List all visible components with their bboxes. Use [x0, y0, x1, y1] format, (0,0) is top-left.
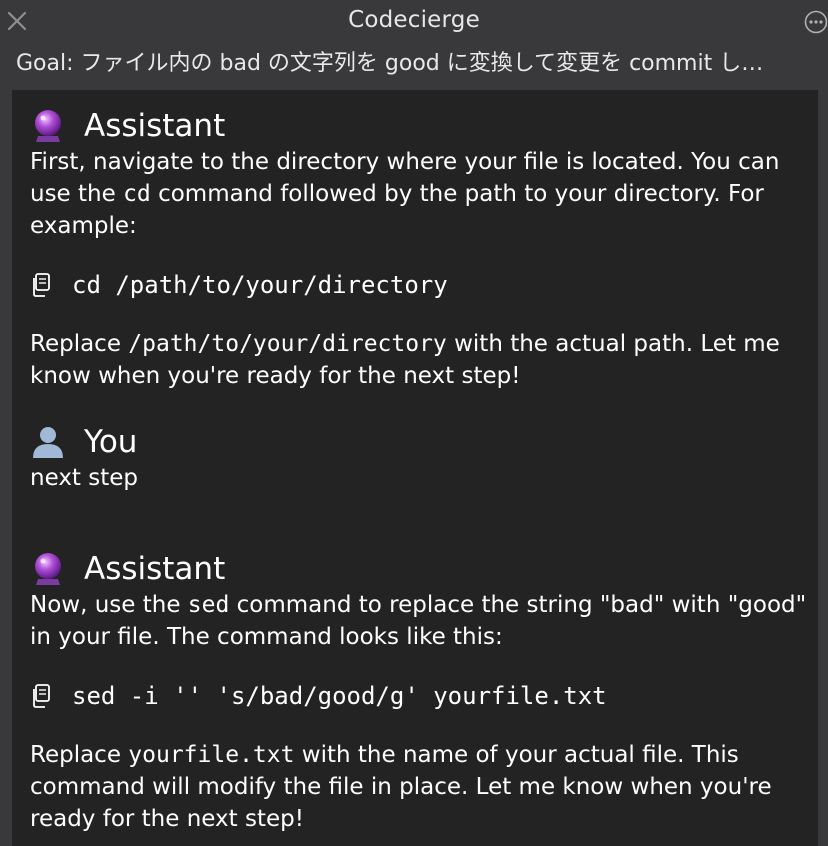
- crystal-ball-icon: [35, 553, 61, 585]
- speaker-name: Assistant: [84, 551, 226, 587]
- user-message: You next step: [30, 422, 810, 494]
- user-silhouette-icon: [33, 427, 63, 458]
- text-segment: Replace: [30, 742, 129, 768]
- message-text: next step: [30, 465, 139, 491]
- inline-code: /path/to/your/directory: [128, 331, 447, 357]
- message-text: Now, use the sed command to replace the …: [30, 589, 810, 653]
- more-options-button[interactable]: [804, 10, 828, 34]
- copy-icon[interactable]: [30, 272, 52, 298]
- goal-text: Goal: ファイル内の bad の文字列を good に変換して変更を com…: [16, 51, 764, 76]
- crystal-ball-icon: [35, 110, 61, 142]
- titlebar: Codecierge: [0, 0, 828, 44]
- chat-area[interactable]: Assistant First, navigate to the directo…: [12, 90, 818, 846]
- text-segment: Replace: [30, 331, 129, 357]
- message-text: Replace /path/to/your/directory with the…: [30, 328, 810, 392]
- inline-code: cd: [123, 181, 151, 207]
- code-block: cd /path/to/your/directory: [30, 268, 810, 302]
- inline-code: sed: [187, 592, 230, 618]
- inline-code: yourfile.txt: [128, 742, 295, 768]
- copy-icon[interactable]: [30, 683, 52, 709]
- speaker-name: Assistant: [84, 108, 226, 144]
- codecierge-window: Codecierge Goal: ファイル内の bad の文字列を good に…: [0, 0, 828, 846]
- window-title: Codecierge: [348, 7, 480, 33]
- code-text: cd /path/to/your/directory: [72, 271, 448, 299]
- assistant-message: Assistant First, navigate to the directo…: [30, 106, 810, 392]
- speaker-header: Assistant: [30, 106, 810, 146]
- speaker-header: Assistant: [30, 549, 810, 589]
- assistant-message: Assistant Now, use the sed command to re…: [30, 549, 810, 835]
- code-text: sed -i '' 's/bad/good/g' yourfile.txt: [72, 682, 607, 710]
- code-block: sed -i '' 's/bad/good/g' yourfile.txt: [30, 679, 810, 713]
- message-text: Replace yourfile.txt with the name of yo…: [30, 739, 810, 835]
- speaker-header: You: [30, 422, 810, 462]
- text-segment: Now, use the: [30, 592, 188, 618]
- ellipsis-circle-icon: [804, 10, 828, 34]
- message-text: First, navigate to the directory where y…: [30, 146, 810, 242]
- speaker-name: You: [84, 424, 138, 460]
